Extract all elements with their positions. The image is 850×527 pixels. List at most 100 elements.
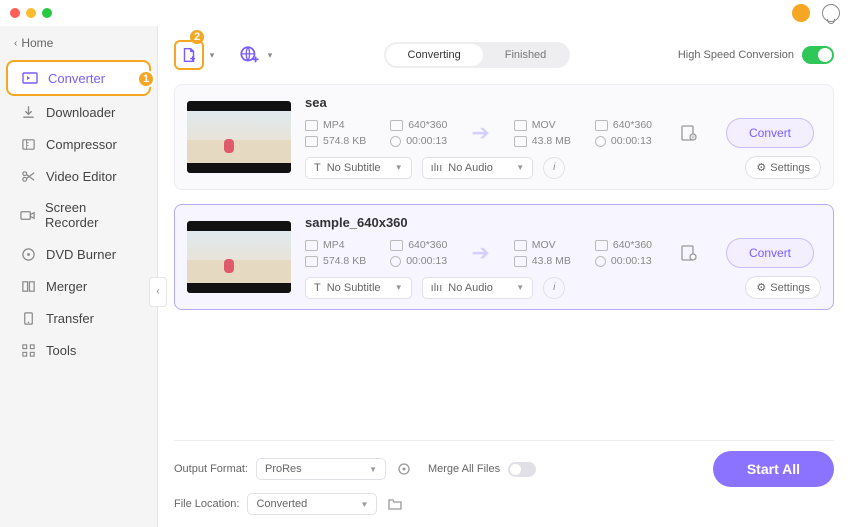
user-avatar-icon[interactable]	[792, 4, 810, 22]
convert-button[interactable]: Convert	[726, 238, 814, 268]
subtitle-select[interactable]: TNo Subtitle▼	[305, 157, 412, 179]
add-file-dropdown[interactable]: ▾	[206, 40, 218, 70]
resolution-icon	[595, 240, 608, 251]
folder-icon	[514, 256, 527, 267]
add-url-dropdown[interactable]: ▾	[264, 40, 276, 70]
sidebar-item-dvd-burner[interactable]: DVD Burner	[6, 238, 151, 270]
edit-output-icon[interactable]	[676, 240, 702, 266]
sidebar-item-converter[interactable]: Converter 1	[6, 60, 151, 96]
audio-waveform-icon: ılıı	[431, 282, 443, 294]
subtitle-select[interactable]: TNo Subtitle▼	[305, 277, 412, 299]
sidebar-item-transfer[interactable]: Transfer	[6, 302, 151, 334]
support-headset-icon[interactable]	[822, 4, 840, 22]
src-format: MP4	[323, 119, 345, 131]
chevron-down-icon: ▼	[369, 465, 377, 474]
chevron-down-icon: ▼	[395, 163, 403, 172]
merge-label: Merge All Files	[428, 463, 500, 475]
tab-finished[interactable]: Finished	[483, 44, 569, 66]
scissors-icon	[20, 168, 36, 184]
item-settings-button[interactable]: ⚙Settings	[745, 276, 821, 299]
sidebar-item-label: Compressor	[46, 137, 117, 152]
src-res: 640*360	[408, 119, 447, 131]
dst-res: 640*360	[613, 119, 652, 131]
file-location-select[interactable]: Converted▼	[247, 493, 377, 515]
arrow-right-icon: ➔	[471, 120, 489, 146]
video-format-icon	[305, 240, 318, 251]
convert-button[interactable]: Convert	[726, 118, 814, 148]
video-format-icon	[305, 120, 318, 131]
src-dur: 00:00:13	[406, 135, 447, 147]
sidebar-item-label: Downloader	[46, 105, 115, 120]
chevron-down-icon: ▼	[516, 283, 524, 292]
resolution-icon	[390, 120, 403, 131]
chevron-down-icon: ▼	[516, 163, 524, 172]
sidebar-item-merger[interactable]: Merger	[6, 270, 151, 302]
callout-badge-1: 1	[137, 70, 155, 88]
folder-icon	[305, 256, 318, 267]
nav-back-label: Home	[21, 36, 53, 50]
clock-icon	[595, 136, 606, 147]
chevron-left-icon: ‹	[14, 38, 17, 49]
audio-select[interactable]: ılııNo Audio▼	[422, 277, 534, 299]
sidebar-item-label: Screen Recorder	[45, 200, 137, 230]
dst-size: 43.8 MB	[532, 255, 571, 267]
window-zoom-dot[interactable]	[42, 8, 52, 18]
high-speed-toggle[interactable]	[802, 46, 834, 64]
info-button[interactable]: i	[543, 157, 565, 179]
folder-icon	[305, 136, 318, 147]
audio-select[interactable]: ılııNo Audio▼	[422, 157, 534, 179]
merge-toggle[interactable]	[508, 462, 536, 477]
window-close-dot[interactable]	[10, 8, 20, 18]
tab-converting[interactable]: Converting	[386, 44, 483, 66]
file-card[interactable]: sample_640x360 MP4 574.8 KB 640*360 00:0…	[174, 204, 834, 310]
open-folder-icon[interactable]	[385, 494, 405, 514]
info-button[interactable]: i	[543, 277, 565, 299]
dst-dur: 00:00:13	[611, 135, 652, 147]
src-dur: 00:00:13	[406, 255, 447, 267]
window-minimize-dot[interactable]	[26, 8, 36, 18]
src-res: 640*360	[408, 239, 447, 251]
video-format-icon	[514, 240, 527, 251]
sidebar-item-video-editor[interactable]: Video Editor	[6, 160, 151, 192]
sidebar-item-compressor[interactable]: Compressor	[6, 128, 151, 160]
sidebar-item-screen-recorder[interactable]: Screen Recorder	[6, 192, 151, 238]
add-file-button[interactable]	[174, 40, 204, 70]
gear-icon: ⚙	[756, 161, 766, 174]
subtitle-icon: T	[314, 162, 321, 174]
merge-icon	[20, 278, 36, 294]
chevron-down-icon: ▼	[361, 500, 369, 509]
gear-icon: ⚙	[756, 281, 766, 294]
dst-dur: 00:00:13	[611, 255, 652, 267]
sidebar: ‹ Home Converter 1 Downloader Compressor…	[0, 26, 158, 527]
output-format-select[interactable]: ProRes▼	[256, 458, 386, 480]
grid-icon	[20, 342, 36, 358]
src-format: MP4	[323, 239, 345, 251]
high-speed-label: High Speed Conversion	[678, 49, 794, 61]
sidebar-item-downloader[interactable]: Downloader	[6, 96, 151, 128]
edit-output-icon[interactable]	[676, 120, 702, 146]
add-url-button[interactable]	[236, 42, 262, 68]
start-all-button[interactable]: Start All	[713, 451, 834, 487]
toolbar: 2 ▾ ▾ Converting Finished High Speed Con…	[174, 36, 834, 74]
sidebar-item-tools[interactable]: Tools	[6, 334, 151, 366]
output-settings-icon[interactable]	[394, 459, 414, 479]
src-size: 574.8 KB	[323, 255, 366, 267]
disc-icon	[20, 246, 36, 262]
item-settings-button[interactable]: ⚙Settings	[745, 156, 821, 179]
sidebar-item-label: Merger	[46, 279, 87, 294]
transfer-icon	[20, 310, 36, 326]
output-format-label: Output Format:	[174, 463, 248, 475]
audio-waveform-icon: ılıı	[431, 162, 443, 174]
sidebar-item-label: Converter	[48, 71, 105, 86]
nav-back[interactable]: ‹ Home	[0, 36, 157, 60]
video-thumbnail[interactable]	[187, 221, 291, 293]
src-size: 574.8 KB	[323, 135, 366, 147]
resolution-icon	[595, 120, 608, 131]
dst-size: 43.8 MB	[532, 135, 571, 147]
sidebar-collapse-handle[interactable]: ‹	[149, 277, 167, 307]
subtitle-icon: T	[314, 282, 321, 294]
video-thumbnail[interactable]	[187, 101, 291, 173]
file-card[interactable]: sea MP4 574.8 KB 640*360 00:00:13 ➔ MOV	[174, 84, 834, 190]
compressor-icon	[20, 136, 36, 152]
tab-segment: Converting Finished	[384, 42, 571, 68]
